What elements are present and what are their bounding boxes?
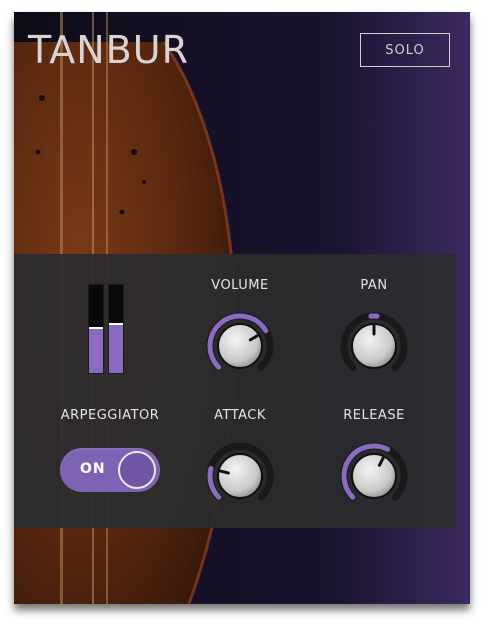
attack-label: ATTACK bbox=[214, 408, 266, 423]
attack-knob-cap bbox=[217, 453, 263, 499]
volume-knob[interactable] bbox=[204, 310, 276, 382]
instrument-window: TANBUR SOLO VOLUME PAN ARPEGGIATOR ATTAC… bbox=[14, 12, 470, 604]
solo-button[interactable]: SOLO bbox=[360, 33, 450, 67]
level-meter bbox=[88, 284, 130, 374]
arpeggiator-label: ARPEGGIATOR bbox=[60, 408, 160, 423]
arpeggiator-toggle[interactable]: ON bbox=[60, 448, 160, 492]
meter-left-fill bbox=[89, 329, 103, 373]
meter-right-peak bbox=[109, 322, 123, 325]
release-knob[interactable] bbox=[338, 440, 410, 512]
toggle-thumb[interactable] bbox=[118, 451, 156, 489]
meter-right bbox=[108, 284, 124, 374]
control-panel: VOLUME PAN ARPEGGIATOR ATTACK RELEASE ON bbox=[14, 254, 456, 528]
attack-knob[interactable] bbox=[204, 440, 276, 512]
pan-label: PAN bbox=[360, 278, 388, 293]
release-knob-cap bbox=[351, 453, 397, 499]
instrument-title: TANBUR bbox=[28, 28, 189, 72]
meter-left-peak bbox=[89, 327, 103, 329]
volume-knob-cap bbox=[217, 323, 263, 369]
meter-right-fill bbox=[109, 324, 123, 373]
release-label: RELEASE bbox=[343, 408, 405, 423]
arpeggiator-toggle-label: ON bbox=[80, 461, 106, 477]
attack-knob-indicator bbox=[219, 469, 230, 475]
volume-label: VOLUME bbox=[211, 278, 269, 293]
meter-left bbox=[88, 284, 104, 374]
pan-knob[interactable] bbox=[338, 310, 410, 382]
